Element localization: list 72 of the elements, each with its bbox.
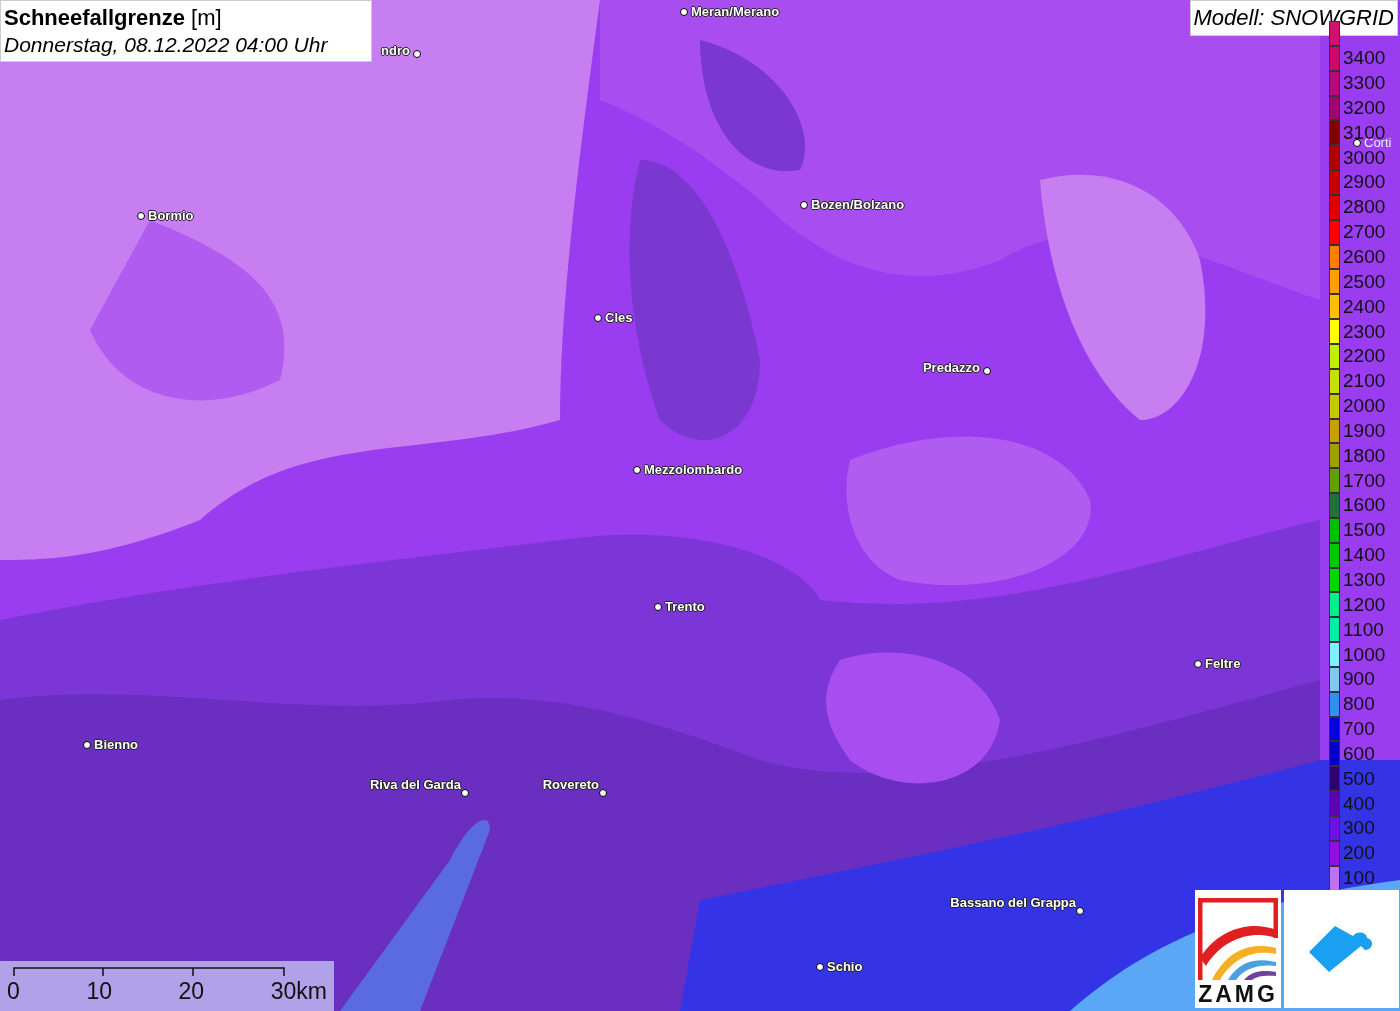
city-dot-icon: [413, 50, 421, 58]
city-dot-icon: [633, 466, 641, 474]
legend-value: 500: [1343, 768, 1375, 789]
legend-value: 2100: [1343, 371, 1386, 392]
scale-label: 20: [178, 977, 205, 1005]
legend-value: 2800: [1343, 197, 1386, 218]
city-label: Predazzo: [922, 360, 980, 375]
city-dot-icon: [1353, 139, 1361, 147]
legend-value: 2500: [1343, 271, 1386, 292]
city-dot-icon: [654, 603, 662, 611]
legend-value: 1200: [1343, 594, 1386, 615]
legend-value: 2200: [1343, 346, 1386, 367]
legend-value: 100: [1343, 868, 1375, 889]
legend-value: 1800: [1343, 445, 1386, 466]
city-dot-icon: [983, 367, 991, 375]
city-label: Mezzolombardo: [644, 462, 743, 477]
legend-value: 800: [1343, 694, 1375, 715]
legend-value: 1000: [1343, 644, 1386, 665]
city-label: Bienno: [94, 737, 139, 752]
city-label: Bozen/Bolzano: [811, 197, 905, 212]
city-dot-icon: [1076, 907, 1084, 915]
city-dot-icon: [1194, 660, 1202, 668]
mountain-cloud-icon: [1308, 926, 1375, 972]
city-label: Bassano del Grappa: [950, 895, 1076, 910]
forecast-time: Donnerstag, 08.12.2022 04:00 Uhr: [4, 32, 329, 58]
scale-label: 30km: [270, 977, 327, 1005]
legend-value: 3400: [1343, 48, 1386, 69]
legend-value: 2300: [1343, 321, 1386, 342]
city-label: Schio: [827, 959, 863, 974]
logo-text: ZAMG: [1198, 980, 1278, 1008]
legend-value: 2700: [1343, 222, 1386, 243]
city-dot-icon: [461, 789, 469, 797]
scale-label: 10: [86, 977, 112, 1005]
legend-value: 1400: [1343, 545, 1386, 566]
city-label: Feltre: [1205, 656, 1241, 671]
legend-value: 1700: [1343, 470, 1386, 491]
legend-value: 2000: [1343, 396, 1386, 417]
scale-label: 0: [7, 977, 20, 1005]
legend-value: 300: [1343, 818, 1375, 839]
legend-value: 600: [1343, 743, 1375, 764]
city-label: Meran/Merano: [691, 4, 780, 19]
city-label: ndro: [381, 43, 410, 58]
city-label: Bormio: [148, 208, 194, 223]
legend-value: 2600: [1343, 247, 1386, 267]
city-dot-icon: [800, 201, 808, 209]
city-label: Rovereto: [542, 777, 599, 792]
city-dot-icon: [816, 963, 824, 971]
city-label: Trento: [665, 599, 705, 614]
legend-value: 1900: [1343, 420, 1386, 441]
city-dot-icon: [83, 741, 91, 749]
city-dot-icon: [137, 212, 145, 220]
city-label: Cles: [605, 310, 633, 325]
city-label: Riva del Garda: [369, 777, 461, 792]
legend-value: 2900: [1343, 172, 1386, 193]
legend-value: 2400: [1343, 296, 1386, 317]
legend-value: 900: [1343, 669, 1375, 690]
legend-value: 1500: [1343, 520, 1386, 541]
legend-value: 3200: [1343, 97, 1386, 118]
legend-value: 3300: [1343, 73, 1386, 94]
city-dot-icon: [594, 314, 602, 322]
city-dot-icon: [599, 789, 607, 797]
legend-value: 700: [1343, 719, 1375, 740]
city-dot-icon: [680, 8, 688, 16]
legend-value: 1300: [1343, 570, 1386, 590]
map-title: Schneefallgrenze [m]: [4, 4, 223, 31]
legend-value: 1600: [1343, 495, 1386, 516]
legend-value: 1100: [1343, 619, 1384, 640]
model-label: Modell: SNOWGRID: [1189, 0, 1398, 36]
rainbow-icon: [1198, 898, 1278, 980]
legend-value: 3000: [1343, 147, 1386, 168]
legend-value: 200: [1343, 843, 1375, 864]
legend-value: 400: [1343, 793, 1375, 814]
